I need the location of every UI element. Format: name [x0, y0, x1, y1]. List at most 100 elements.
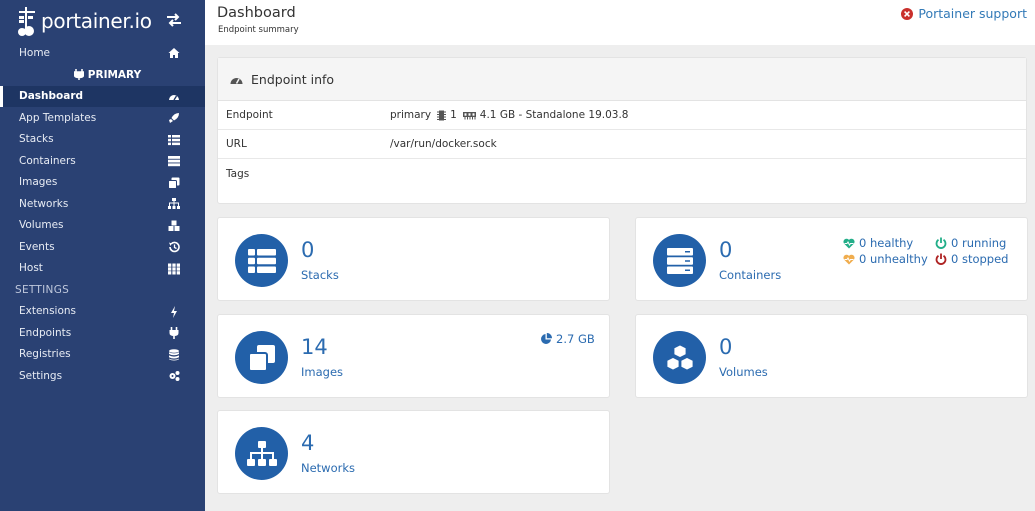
sidebar-toggle-icon[interactable]: [165, 11, 183, 29]
volumes-tile-icon-circle: [653, 331, 706, 384]
sidebar-item-events[interactable]: Events: [0, 236, 205, 258]
memory-icon: [462, 111, 476, 119]
images-label: Images: [301, 365, 344, 379]
power-off-icon: [935, 253, 947, 265]
stopped-count: 0 stopped: [935, 252, 1008, 266]
portainer-logo-icon: [18, 7, 35, 36]
sidebar-item-settings[interactable]: Settings: [0, 365, 205, 387]
endpoint-value: primary 1 4.1 GB - Standalone 19.03.8: [390, 109, 628, 121]
plug-icon: [73, 69, 84, 80]
sidebar: portainer.io Home PRIMARY Dashboard App …: [0, 0, 205, 511]
sidebar-item-registries[interactable]: Registries: [0, 344, 205, 366]
heartbeat-icon: [843, 254, 855, 264]
sidebar-item-label: Volumes: [19, 219, 64, 232]
sidebar-item-label: Home: [19, 46, 51, 59]
sitemap-icon: [246, 440, 277, 466]
brand: portainer.io: [0, 0, 205, 42]
volumes-count: 0: [719, 335, 733, 359]
sidebar-item-app-templates[interactable]: App Templates: [0, 107, 205, 129]
page-header: Dashboard Endpoint summary Portainer sup…: [205, 0, 1035, 45]
endpoint-row: Endpoint primary 1 4.1 GB - Standalone 1…: [218, 101, 1026, 130]
sidebar-item-endpoints[interactable]: Endpoints: [0, 322, 205, 344]
power-off-icon: [935, 237, 947, 249]
volumes-label: Volumes: [719, 365, 768, 379]
networks-tile-icon-circle: [235, 427, 288, 480]
networks-count: 4: [301, 431, 315, 455]
healthy-count: 0 healthy: [843, 236, 913, 250]
history-icon: [169, 241, 180, 253]
endpoint-info-header: Endpoint info: [218, 58, 1026, 101]
list-icon: [168, 134, 180, 145]
bolt-icon: [171, 305, 177, 318]
clone-icon: [168, 177, 180, 189]
sidebar-item-stacks[interactable]: Stacks: [0, 129, 205, 151]
sidebar-item-host[interactable]: Host: [0, 258, 205, 280]
pie-chart-icon: [541, 333, 552, 344]
stacks-label: Stacks: [301, 268, 339, 282]
sidebar-item-label: Networks: [19, 197, 69, 210]
sidebar-item-label: Events: [19, 240, 55, 253]
cubes-icon: [666, 344, 693, 370]
sidebar-item-label: Extensions: [19, 305, 77, 318]
sidebar-item-label: Dashboard: [19, 90, 84, 103]
networks-label: Networks: [301, 461, 356, 475]
server-icon: [168, 156, 180, 167]
sidebar-item-label: Endpoints: [19, 326, 72, 339]
plug-icon: [169, 327, 179, 339]
list-icon: [247, 248, 276, 273]
sitemap-icon: [168, 198, 180, 209]
clone-icon: [248, 344, 275, 371]
endpoint-name: primary: [390, 109, 432, 121]
sidebar-item-images[interactable]: Images: [0, 172, 205, 194]
sidebar-item-dashboard[interactable]: Dashboard: [0, 85, 205, 107]
sidebar-item-label: Stacks: [19, 133, 54, 146]
sidebar-item-label: Host: [19, 262, 43, 275]
settings-section-title: SETTINGS: [15, 283, 70, 296]
heartbeat-icon: [843, 238, 855, 248]
home-icon: [168, 48, 180, 58]
sidebar-item-label: App Templates: [19, 111, 97, 124]
dashboard-icon: [230, 77, 243, 84]
times-circle-icon: [901, 7, 914, 20]
unhealthy-count: 0 unhealthy: [843, 252, 928, 266]
images-tile[interactable]: 14 Images 2.7 GB: [217, 314, 610, 398]
sidebar-item-label: Images: [19, 176, 58, 189]
tags-label: Tags: [226, 167, 250, 180]
page-subtitle: Endpoint summary: [218, 25, 299, 35]
sidebar-item-home[interactable]: Home: [0, 42, 205, 64]
portainer-support-link[interactable]: Portainer support: [901, 6, 1027, 21]
stacks-tile[interactable]: 0 Stacks: [217, 217, 610, 301]
sidebar-item-label: Settings: [19, 369, 63, 382]
url-label: URL: [226, 138, 247, 150]
endpoint-label: Endpoint: [226, 109, 273, 121]
url-value: /var/run/docker.sock: [390, 138, 497, 150]
endpoint-info-title: Endpoint info: [251, 71, 335, 87]
images-count: 14: [301, 335, 328, 359]
sidebar-item-networks[interactable]: Networks: [0, 193, 205, 215]
tags-row: Tags: [218, 159, 1026, 188]
sidebar-item-containers[interactable]: Containers: [0, 150, 205, 172]
endpoint-memory-info: 4.1 GB - Standalone 19.03.8: [479, 109, 629, 121]
endpoint-info-widget: Endpoint info Endpoint primary 1 4.1 GB …: [217, 57, 1027, 204]
sidebar-item-extensions[interactable]: Extensions: [0, 301, 205, 323]
stacks-count: 0: [301, 238, 315, 262]
microchip-icon: [437, 110, 447, 120]
cogs-icon: [169, 371, 180, 381]
server-icon: [666, 247, 693, 274]
cubes-icon: [168, 220, 180, 231]
running-count: 0 running: [935, 236, 1006, 250]
database-icon: [169, 348, 179, 360]
volumes-tile[interactable]: 0 Volumes: [635, 314, 1028, 398]
sidebar-item-label: Registries: [19, 348, 71, 361]
containers-count: 0: [719, 238, 733, 262]
containers-tile[interactable]: 0 Containers 0 healthy 0 unhealthy 0 run…: [635, 217, 1028, 301]
th-icon: [168, 263, 180, 274]
containers-tile-icon-circle: [653, 234, 706, 287]
sidebar-item-volumes[interactable]: Volumes: [0, 215, 205, 237]
networks-tile[interactable]: 4 Networks: [217, 410, 610, 494]
stacks-tile-icon-circle: [235, 234, 288, 287]
images-size: 2.7 GB: [540, 332, 595, 346]
endpoint-cpu: 1: [450, 109, 457, 121]
rocket-icon: [169, 113, 179, 123]
dashboard-icon: [169, 94, 179, 100]
